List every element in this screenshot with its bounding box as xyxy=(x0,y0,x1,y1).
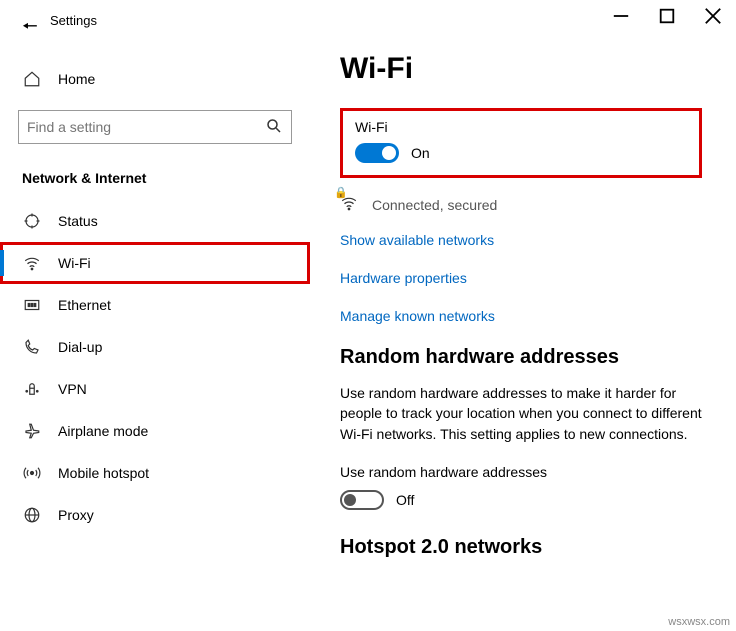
random-addresses-heading: Random hardware addresses xyxy=(340,346,702,369)
close-button[interactable] xyxy=(690,1,736,31)
sidebar: Home Network & Internet Status Wi-Fi xyxy=(0,32,310,631)
wifi-toggle-section: Wi-Fi On xyxy=(340,108,702,178)
hotspot-heading: Hotspot 2.0 networks xyxy=(340,536,702,559)
status-icon xyxy=(22,212,42,230)
home-label: Home xyxy=(58,71,95,87)
home-icon xyxy=(22,70,42,88)
sidebar-item-ethernet[interactable]: Ethernet xyxy=(0,284,310,326)
category-title: Network & Internet xyxy=(0,164,310,200)
sidebar-item-label: VPN xyxy=(58,381,87,397)
random-addresses-desc: Use random hardware addresses to make it… xyxy=(340,383,702,444)
search-input[interactable] xyxy=(27,119,265,135)
sidebar-item-label: Airplane mode xyxy=(58,423,148,439)
sidebar-item-label: Wi-Fi xyxy=(58,255,91,271)
sidebar-item-label: Ethernet xyxy=(58,297,111,313)
link-hardware-properties[interactable]: Hardware properties xyxy=(340,270,702,286)
sidebar-item-label: Status xyxy=(58,213,98,229)
back-button[interactable]: 🠔 xyxy=(22,14,38,44)
sidebar-item-hotspot[interactable]: Mobile hotspot xyxy=(0,452,310,494)
hotspot-icon xyxy=(22,464,42,482)
sidebar-item-label: Dial-up xyxy=(58,339,102,355)
wifi-toggle-state: On xyxy=(411,145,430,161)
connection-status-row: 🔒 Connected, secured xyxy=(340,192,702,218)
wifi-toggle[interactable] xyxy=(355,143,399,163)
ethernet-icon xyxy=(22,296,42,314)
window-title: Settings xyxy=(50,13,97,28)
sidebar-item-airplane[interactable]: Airplane mode xyxy=(0,410,310,452)
wifi-toggle-label: Wi-Fi xyxy=(355,119,687,135)
proxy-icon xyxy=(22,506,42,524)
search-icon xyxy=(265,117,283,138)
minimize-button[interactable] xyxy=(598,1,644,31)
link-show-networks[interactable]: Show available networks xyxy=(340,232,702,248)
dialup-icon xyxy=(22,338,42,356)
airplane-icon xyxy=(22,422,42,440)
home-nav[interactable]: Home xyxy=(0,62,310,96)
lock-icon: 🔒 xyxy=(334,186,348,199)
connection-status-text: Connected, secured xyxy=(372,197,497,213)
vpn-icon xyxy=(22,380,42,398)
sidebar-item-label: Proxy xyxy=(58,507,94,523)
random-addresses-toggle-state: Off xyxy=(396,492,414,508)
sidebar-item-dialup[interactable]: Dial-up xyxy=(0,326,310,368)
main-panel: Wi-Fi Wi-Fi On 🔒 Connected, secured Show… xyxy=(310,32,736,631)
link-manage-known-networks[interactable]: Manage known networks xyxy=(340,308,702,324)
wifi-secured-icon: 🔒 xyxy=(340,192,358,218)
sidebar-item-wifi[interactable]: Wi-Fi xyxy=(0,242,310,284)
watermark: wsxwsx.com xyxy=(668,616,730,628)
sidebar-item-proxy[interactable]: Proxy xyxy=(0,494,310,536)
sidebar-item-label: Mobile hotspot xyxy=(58,465,149,481)
sidebar-item-vpn[interactable]: VPN xyxy=(0,368,310,410)
page-title: Wi-Fi xyxy=(340,52,702,86)
maximize-button[interactable] xyxy=(644,1,690,31)
random-addresses-toggle[interactable] xyxy=(340,490,384,510)
random-addresses-toggle-label: Use random hardware addresses xyxy=(340,464,702,480)
wifi-icon xyxy=(22,254,42,272)
sidebar-item-status[interactable]: Status xyxy=(0,200,310,242)
search-box[interactable] xyxy=(18,110,292,144)
